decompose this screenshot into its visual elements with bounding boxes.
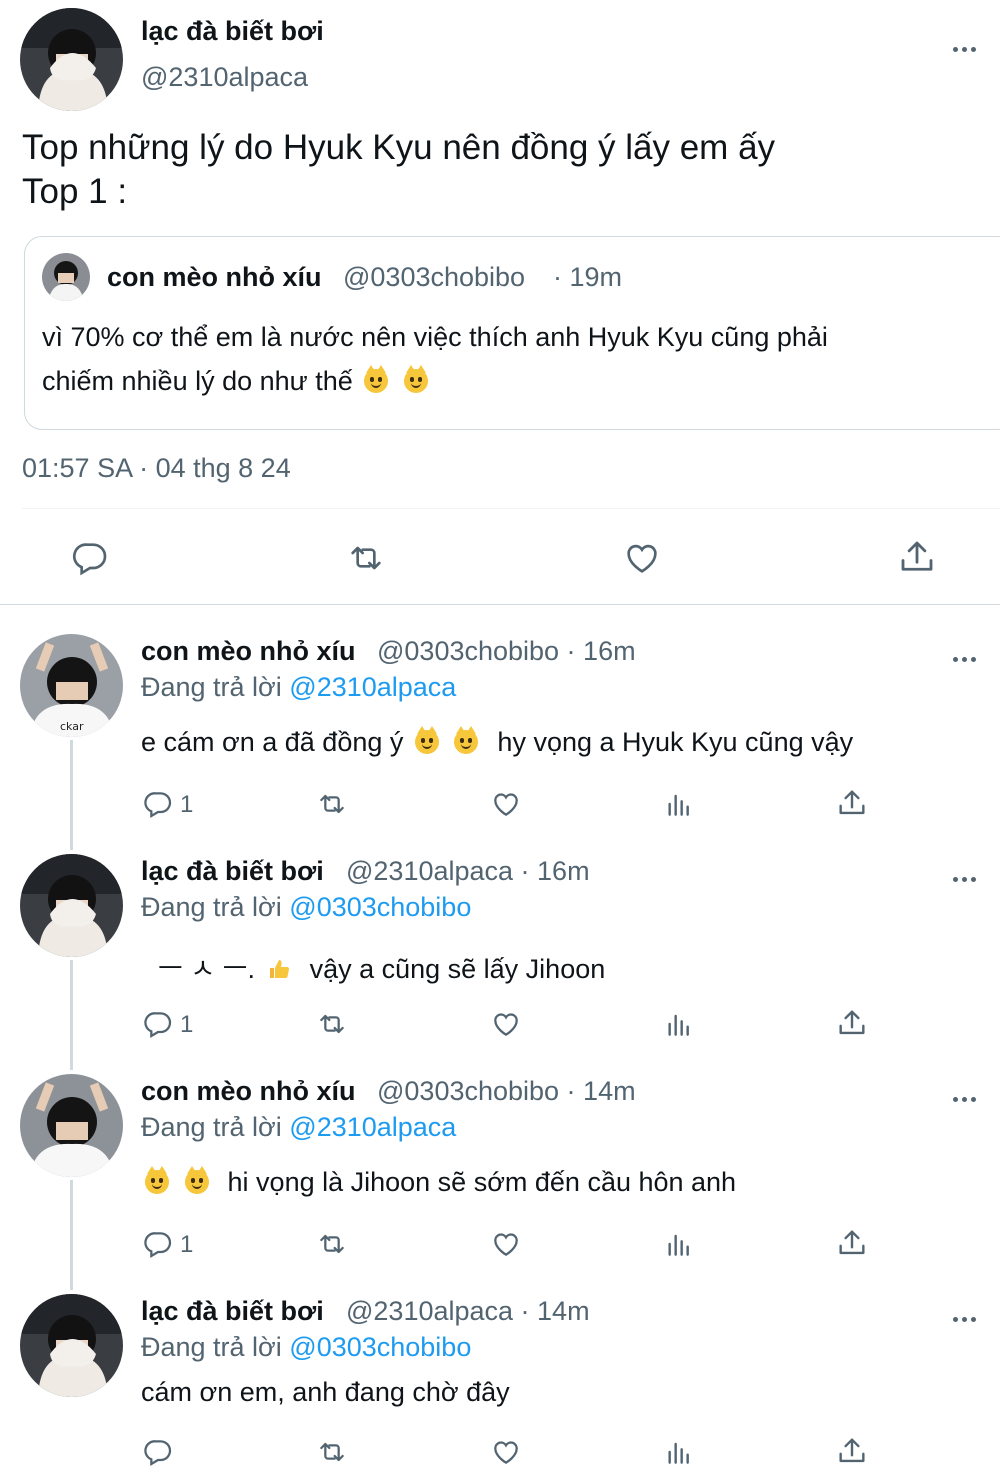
- reply-count: 1: [180, 1231, 194, 1258]
- views-icon[interactable]: [663, 1228, 695, 1260]
- reply-text-end: hy vọng a Hyuk Kyu cũng vậy: [497, 727, 854, 757]
- reply-icon[interactable]: [70, 538, 110, 578]
- views-icon[interactable]: [663, 1436, 695, 1468]
- cat-face-emoji: [403, 365, 428, 393]
- reply-text-start: ㅡ ㅅ ㅡ.: [158, 954, 256, 984]
- like-icon[interactable]: [489, 1436, 523, 1468]
- reply-text-start: e cám ơn a đã đồng ý: [141, 727, 404, 757]
- main-tweet-text-line1: Top những lý do Hyuk Kyu nên đồng ý lấy …: [22, 128, 776, 167]
- more-icon[interactable]: [953, 868, 980, 882]
- cat-face-emoji: [454, 726, 479, 754]
- reply-author-avatar[interactable]: [20, 854, 123, 957]
- retweet-icon[interactable]: [315, 788, 349, 820]
- main-tweet-text-line2: Top 1 :: [22, 172, 128, 211]
- replying-to: Đang trả lời @0303chobibo: [141, 1332, 471, 1363]
- cat-face-emoji: [145, 1166, 169, 1194]
- replying-to-label: Đang trả lời: [141, 892, 282, 922]
- more-icon[interactable]: [953, 1088, 980, 1102]
- main-timestamp[interactable]: 01:57 SA · 04 thg 8 24: [22, 453, 291, 484]
- reply-author-handle[interactable]: @2310alpaca · 14m: [346, 1296, 590, 1327]
- replying-to-handle[interactable]: @2310alpaca: [289, 672, 456, 702]
- more-icon[interactable]: [953, 648, 980, 662]
- share-icon[interactable]: [835, 1006, 869, 1040]
- reply-author-name[interactable]: lạc đà biết bơi: [141, 1296, 324, 1327]
- reply-author-name[interactable]: con mèo nhỏ xíu: [141, 1076, 356, 1107]
- replying-to-handle[interactable]: @0303chobibo: [289, 1332, 471, 1362]
- cat-face-emoji: [184, 1166, 209, 1194]
- reply-text: ㅡ ㅅ ㅡ. vậy a cũng sẽ lấy Jihoon: [158, 947, 605, 986]
- quote-author-handle: @0303chobibo: [343, 262, 526, 292]
- replying-to: Đang trả lời @2310alpaca: [141, 672, 456, 703]
- reply-icon[interactable]: [142, 788, 174, 820]
- reply-author-handle[interactable]: @2310alpaca · 16m: [346, 856, 590, 887]
- replying-to-handle[interactable]: @2310alpaca: [289, 1112, 456, 1142]
- reply-text: e cám ơn a đã đồng ý hy vọng a Hyuk Kyu …: [141, 726, 854, 758]
- replying-to: Đang trả lời @0303chobibo: [141, 892, 471, 923]
- replying-to-handle[interactable]: @0303chobibo: [289, 892, 471, 922]
- reply-author-name[interactable]: lạc đà biết bơi: [141, 856, 324, 887]
- more-icon[interactable]: [953, 38, 980, 52]
- quote-text-line2: chiếm nhiều lý do như thế: [42, 365, 432, 397]
- reply-author-avatar[interactable]: [20, 1294, 123, 1397]
- replying-to: Đang trả lời @2310alpaca: [141, 1112, 456, 1143]
- views-icon[interactable]: [663, 1008, 695, 1040]
- replying-to-label: Đang trả lời: [141, 1112, 282, 1142]
- more-icon[interactable]: [953, 1308, 980, 1322]
- reply-icon[interactable]: [142, 1436, 174, 1468]
- reply-author-handle[interactable]: @0303chobibo · 16m: [377, 636, 636, 667]
- reply-icon[interactable]: [142, 1008, 174, 1040]
- quote-author-avatar: [42, 253, 90, 301]
- reply-text: hi vọng là Jihoon sẽ sớm đến cầu hôn anh: [141, 1166, 737, 1198]
- quote-author-name: con mèo nhỏ xíu: [107, 262, 322, 292]
- thread-line: [70, 740, 73, 850]
- main-author-handle[interactable]: @2310alpaca: [141, 62, 308, 93]
- like-icon[interactable]: [489, 1008, 523, 1040]
- section-divider: [0, 604, 1000, 605]
- reply-author-handle[interactable]: @0303chobibo · 14m: [377, 1076, 636, 1107]
- share-icon[interactable]: [835, 1226, 869, 1260]
- like-icon[interactable]: [489, 1228, 523, 1260]
- reply-count: 1: [180, 791, 194, 818]
- thread-line: [70, 1180, 73, 1290]
- replying-to-label: Đang trả lời: [141, 1332, 282, 1362]
- share-icon[interactable]: [896, 536, 938, 578]
- reply-author-avatar[interactable]: [20, 1074, 123, 1177]
- retweet-icon[interactable]: [315, 1008, 349, 1040]
- like-icon[interactable]: [621, 538, 663, 578]
- reply-author-name[interactable]: con mèo nhỏ xíu: [141, 636, 356, 667]
- reply-count: 1: [180, 1011, 194, 1038]
- retweet-icon[interactable]: [315, 1228, 349, 1260]
- reply-icon[interactable]: [142, 1228, 174, 1260]
- replying-to-label: Đang trả lời: [141, 672, 282, 702]
- reply-text-end: hi vọng là Jihoon sẽ sớm đến cầu hôn anh: [227, 1167, 737, 1197]
- svg-text:ckar: ckar: [60, 720, 84, 733]
- cat-face-emoji: [364, 365, 389, 393]
- thumbs-up-emoji: [267, 957, 291, 981]
- reply-text-end: vậy a cũng sẽ lấy Jihoon: [309, 954, 606, 984]
- reply-text: cám ơn em, anh đang chờ đây: [141, 1377, 510, 1407]
- quote-time: · 19m: [553, 262, 623, 292]
- cat-face-emoji: [414, 726, 439, 754]
- retweet-icon[interactable]: [345, 538, 387, 578]
- quote-text-line2-text: chiếm nhiều lý do như thế: [42, 366, 353, 396]
- main-author-avatar[interactable]: [20, 8, 123, 111]
- retweet-icon[interactable]: [315, 1436, 349, 1468]
- divider: [22, 508, 1000, 509]
- main-author-name[interactable]: lạc đà biết bơi: [141, 16, 324, 47]
- thread-line: [70, 960, 73, 1070]
- like-icon[interactable]: [489, 788, 523, 820]
- quote-text-line1: vì 70% cơ thể em là nước nên việc thích …: [42, 322, 828, 352]
- reply-author-avatar[interactable]: ckar: [20, 634, 123, 737]
- share-icon[interactable]: [835, 1434, 869, 1468]
- views-icon[interactable]: [663, 788, 695, 820]
- share-icon[interactable]: [835, 786, 869, 820]
